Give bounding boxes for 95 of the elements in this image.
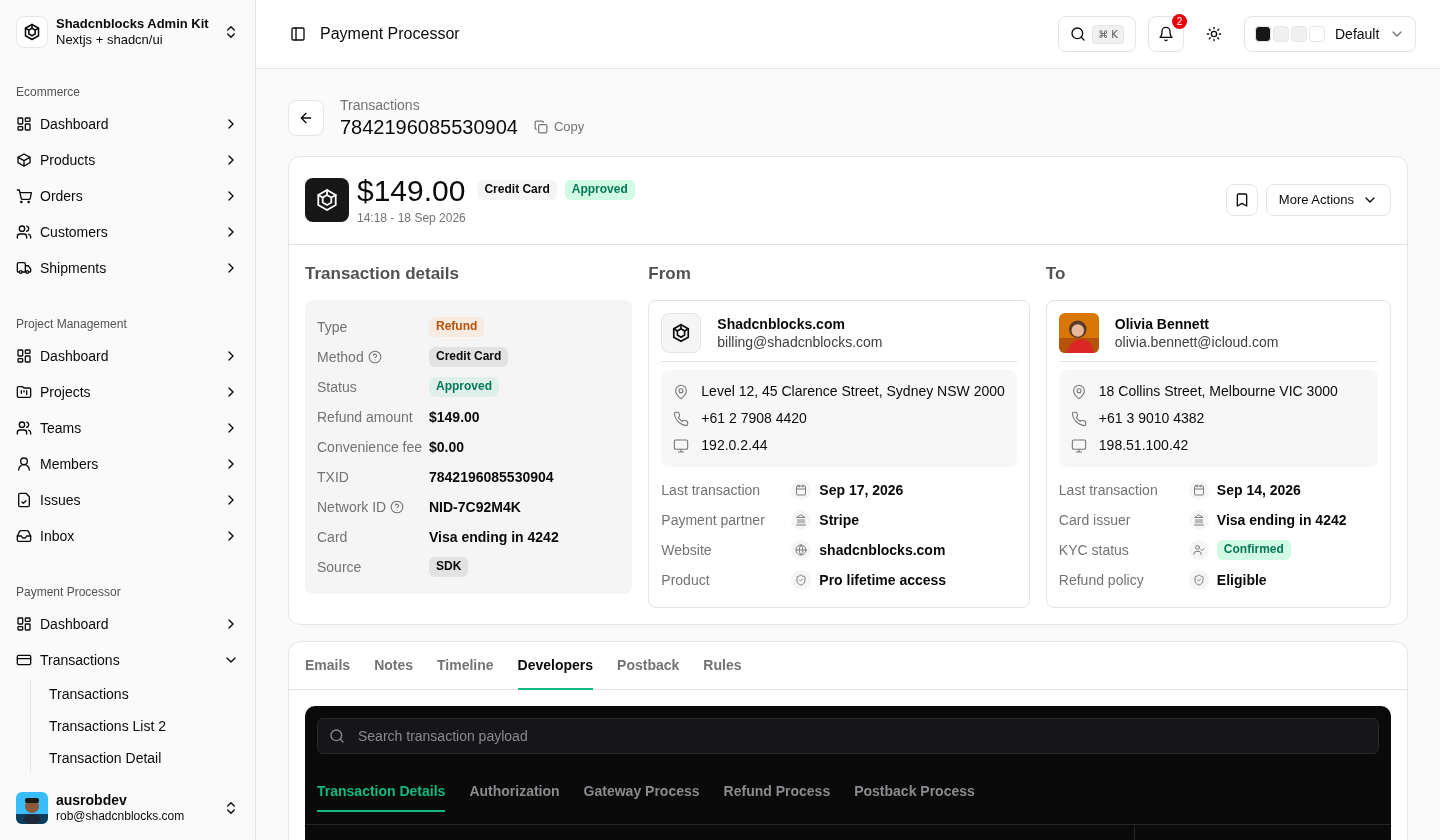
detail-label: Source — [317, 557, 362, 577]
sidebar-item[interactable]: Transactions — [8, 644, 247, 676]
sidebar-item[interactable]: Orders — [8, 180, 247, 212]
group-label: Ecommerce — [15, 84, 81, 101]
ip-address: 192.0.2.44 — [701, 436, 768, 455]
group-label: Payment Processor — [15, 584, 122, 601]
detail-label: Method — [317, 347, 364, 367]
payload-search-field[interactable]: Search transaction payload — [317, 718, 1379, 754]
detail-badge: Approved — [429, 377, 499, 397]
detail-label: Card — [317, 527, 348, 547]
status-badge: Confirmed — [1216, 540, 1291, 560]
detail-badge: SDK — [429, 557, 469, 577]
tab[interactable]: Postback — [617, 642, 680, 690]
detail-value: $149.00 — [429, 407, 480, 427]
sidebar-item[interactable]: Dashboard — [8, 608, 247, 640]
sidebar-item[interactable]: Dashboard — [8, 340, 247, 372]
info-label: Payment partner — [661, 510, 766, 530]
user-email: rob@shadcnblocks.com — [56, 809, 186, 825]
info-value: Sep 14, 2026 — [1216, 480, 1301, 500]
tab[interactable]: Rules — [703, 642, 742, 690]
detail-value: NID-7C92M4K — [429, 497, 521, 517]
sidebar-item[interactable]: Members — [8, 448, 247, 480]
info-label: Product — [661, 570, 711, 590]
status-badge: Approved — [564, 180, 635, 200]
tab[interactable]: Emails — [305, 642, 351, 690]
sidebar-item[interactable]: Inbox — [8, 520, 247, 552]
info-value: Sep 17, 2026 — [819, 480, 904, 500]
sidebar-subitem[interactable]: Transaction Detail — [41, 744, 247, 772]
address: Level 12, 45 Clarence Street, Sydney NSW 2000 — [701, 382, 1005, 401]
amount: $149.00 — [357, 173, 466, 207]
party-name: Shadcnblocks.com — [717, 314, 846, 333]
info-label: Refund policy — [1058, 570, 1145, 590]
detail-label: Network ID — [317, 497, 387, 517]
info-value: Stripe — [819, 510, 859, 530]
tab[interactable]: Gateway Process — [583, 781, 700, 812]
sidebar-item[interactable]: Issues — [8, 484, 247, 516]
sidebar-item[interactable]: Projects — [8, 376, 247, 408]
more-actions-button[interactable]: More Actions — [1265, 184, 1391, 216]
notification-count: 2 — [1172, 14, 1187, 29]
info-label: Last transaction — [1058, 480, 1159, 500]
sidebar-item[interactable]: Customers — [8, 216, 247, 248]
info-label: KYC status — [1058, 540, 1130, 560]
detail-badge: Refund — [429, 317, 485, 337]
info-value: Pro lifetime access — [819, 570, 947, 590]
detail-badge: Credit Card — [429, 347, 509, 367]
sidebar-subitem[interactable]: Transactions List 2 — [41, 712, 247, 740]
phone-number: +61 3 9010 4382 — [1098, 409, 1205, 428]
detail-label: Convenience fee — [317, 437, 423, 457]
detail-label: Status — [317, 377, 357, 397]
party-email: olivia.bennett@icloud.com — [1114, 333, 1279, 352]
tab[interactable]: Timeline — [437, 642, 494, 690]
party-name: Olivia Bennett — [1114, 314, 1210, 333]
brand-subtitle: Nextjs + shadcn/ui — [56, 32, 164, 48]
sidebar-item[interactable]: Shipments — [8, 252, 247, 284]
address: 18 Collins Street, Melbourne VIC 3000 — [1098, 382, 1338, 401]
tab[interactable]: Postback Process — [854, 781, 975, 812]
tab[interactable]: Refund Process — [723, 781, 831, 812]
page-title: Payment Processor — [320, 24, 461, 44]
tab[interactable]: Transaction Details — [317, 781, 446, 812]
copy-button[interactable]: Copy — [533, 116, 585, 138]
sidebar-item[interactable]: Dashboard — [8, 108, 247, 140]
timestamp: 14:18 - 18 Sep 2026 — [357, 209, 467, 227]
breadcrumb-link[interactable]: Transactions — [340, 97, 585, 115]
tab[interactable]: Developers — [517, 642, 594, 690]
detail-value: 7842196085530904 — [429, 467, 554, 487]
party-email: billing@shadcnblocks.com — [717, 333, 883, 352]
sidebar-item[interactable]: Teams — [8, 412, 247, 444]
tab[interactable]: Notes — [374, 642, 414, 690]
info-value: Eligible — [1216, 570, 1267, 590]
ip-address: 198.51.100.42 — [1098, 436, 1189, 455]
detail-value: $0.00 — [429, 437, 465, 457]
method-badge: Credit Card — [477, 180, 557, 200]
detail-label: TXID — [317, 467, 349, 487]
sidebar-item[interactable]: Products — [8, 144, 247, 176]
section-title: To — [1045, 262, 1067, 285]
tab[interactable]: Authorization — [469, 781, 560, 812]
info-label: Last transaction — [661, 480, 762, 500]
detail-value: Visa ending in 4242 — [429, 527, 559, 547]
phone-number: +61 2 7908 4420 — [701, 409, 807, 428]
detail-label: Refund amount — [317, 407, 413, 427]
group-label: Project Management — [15, 316, 128, 333]
user-name: ausrobdev — [56, 791, 128, 810]
info-label: Website — [661, 540, 713, 560]
search-button[interactable]: ⌘ K — [1058, 16, 1136, 52]
theme-select[interactable]: Default — [1244, 16, 1416, 52]
info-value: Visa ending in 4242 — [1216, 510, 1347, 530]
detail-label: Type — [317, 317, 348, 337]
info-value: shadcnblocks.com — [819, 540, 946, 560]
notifications-button[interactable]: 2 — [1148, 16, 1184, 52]
brand-title: Shadcnblocks Admin Kit — [56, 16, 210, 32]
section-title: From — [648, 262, 692, 285]
info-label: Card issuer — [1058, 510, 1132, 530]
transaction-id: 7842196085530904 — [340, 114, 518, 140]
section-title: Transaction details — [305, 262, 460, 285]
sidebar-subitem[interactable]: Transactions — [41, 680, 247, 708]
